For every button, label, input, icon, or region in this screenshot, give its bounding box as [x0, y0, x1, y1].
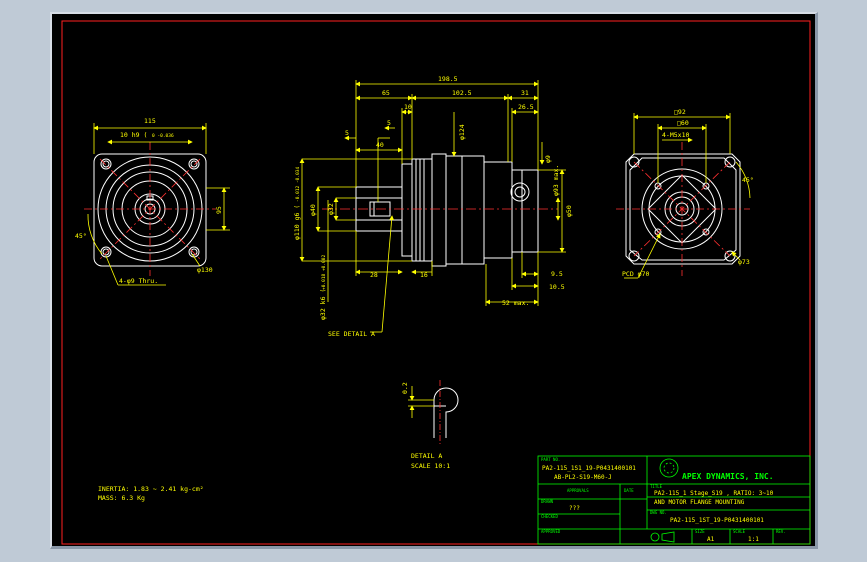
tb-date-label: DATE — [624, 488, 634, 493]
dim-5b: 5 — [387, 119, 391, 127]
drawing-canvas: 115 10 h9 ( 0 -0.036 95 45° 4-φ9 Thru. φ… — [61, 20, 811, 545]
dim-left-holes: 4-φ9 Thru. — [119, 277, 158, 285]
dim-52max: 52 max. — [502, 299, 529, 307]
note-inertia: INERTIA: 1.83 ~ 2.41 kg-cm² — [98, 485, 204, 493]
left-view: 115 10 h9 ( 0 -0.036 95 45° 4-φ9 Thru. φ… — [75, 117, 230, 286]
dim-left-right: 95 — [215, 206, 223, 214]
tb-dwg-no: PA2-115_1ST_19-P0431400101 — [670, 517, 764, 524]
dim-d32: φ32 — [327, 203, 335, 215]
dim-95: 9.5 — [551, 270, 563, 278]
tb-title-line1: PA2-115_1 Stage_S19 , RATIO: 3~10 — [654, 490, 774, 497]
cad-viewport[interactable]: 115 10 h9 ( 0 -0.036 95 45° 4-φ9 Thru. φ… — [50, 12, 818, 549]
dim-left-top: 115 — [144, 117, 156, 125]
dim-d93: φ93 max. — [552, 165, 560, 196]
dim-right-angle: 45° — [742, 176, 754, 184]
dim-left-pcd: φ130 — [197, 266, 213, 274]
tb-approvals-label: APPROVALS — [567, 488, 589, 493]
side-view: 198.5 65 102.5 31 10 26.5 5 5 40 φ124 φ1… — [293, 75, 573, 338]
tb-part-no-label: PART NO. — [541, 457, 560, 462]
tb-part-no-1: PA2-115_1S1_19-P0431400101 — [542, 465, 636, 472]
dim-d40: φ40 — [309, 204, 317, 216]
tb-dwg-label: DWG NO. — [650, 510, 667, 515]
title-block: PART NO. APPROVALS DATE DRAWN TITLE CHEC… — [537, 455, 811, 545]
dim-105: 10.5 — [549, 283, 565, 291]
dim-265: 26.5 — [518, 103, 534, 111]
dim-31: 31 — [521, 89, 529, 97]
detail-scale: SCALE 10:1 — [411, 462, 450, 470]
right-view: □92 □60 4-M5x10 45° PCD φ70 φ73 — [616, 108, 754, 279]
tb-scale-label: SCALE — [733, 529, 746, 534]
tb-drawn-label: DRAWN — [541, 499, 554, 504]
dim-d50: φ50 — [565, 205, 573, 217]
dim-65: 65 — [382, 89, 390, 97]
dim-right-60: □60 — [677, 119, 689, 127]
note-mass: MASS: 6.3 Kg — [98, 494, 145, 502]
tb-scale-value: 1:1 — [748, 536, 759, 543]
detail-a: 0.2 DETAIL A SCALE 10:1 — [401, 380, 459, 470]
dim-d110-sub: -0.012 -0.034 — [295, 166, 301, 202]
dim-d124: φ124 — [458, 124, 466, 140]
tb-size-label: SIZE — [695, 529, 705, 534]
dim-28: 28 — [370, 271, 378, 279]
dim-left-pilot: 10 h9 ( — [120, 131, 147, 139]
dim-right-holes: 4-M5x10 — [662, 131, 689, 139]
tb-drawn-value: ??? — [569, 505, 580, 512]
dim-left-angle: 45° — [75, 232, 87, 240]
dim-d9: φ9 — [544, 155, 552, 163]
see-detail-a: SEE DETAIL A — [328, 330, 375, 338]
tb-part-no-2: AB-PL2-S19-M60-J — [554, 474, 612, 481]
dim-d110: φ110 g6 ( — [293, 205, 301, 240]
tb-checked-label: CHECKED — [541, 514, 558, 519]
dim-right-92: □92 — [674, 108, 686, 116]
tb-title-line2: AND MOTOR FLANGE MOUNTING — [654, 499, 745, 506]
dim-5a: 5 — [345, 129, 349, 137]
dim-1025: 102.5 — [452, 89, 472, 97]
tb-rev-label: REV. — [776, 529, 786, 534]
detail-title: DETAIL A — [411, 452, 442, 460]
tb-title-label: TITLE — [650, 484, 663, 489]
tb-company: APEX DYNAMICS, INC. — [682, 472, 774, 481]
dim-overall: 198.5 — [438, 75, 458, 83]
dim-detail-02: 0.2 — [401, 382, 409, 394]
dim-right-pcd: PCD φ70 — [622, 270, 649, 278]
dim-right-d73: φ73 — [738, 258, 750, 266]
dim-10: 10 — [404, 103, 412, 111]
notes: INERTIA: 1.83 ~ 2.41 kg-cm² MASS: 6.3 Kg — [98, 485, 204, 502]
dim-d32k6-sub: +0.018 +0.002 — [321, 254, 327, 290]
dim-left-pilot-sub: 0 -0.036 — [152, 133, 174, 139]
dim-16: 16 — [420, 271, 428, 279]
tb-size-value: A1 — [707, 536, 715, 543]
dim-d32k6: φ32 k6 ( — [319, 289, 327, 320]
dim-40: 40 — [376, 141, 384, 149]
tb-approved-label: APPROVED — [541, 529, 561, 534]
